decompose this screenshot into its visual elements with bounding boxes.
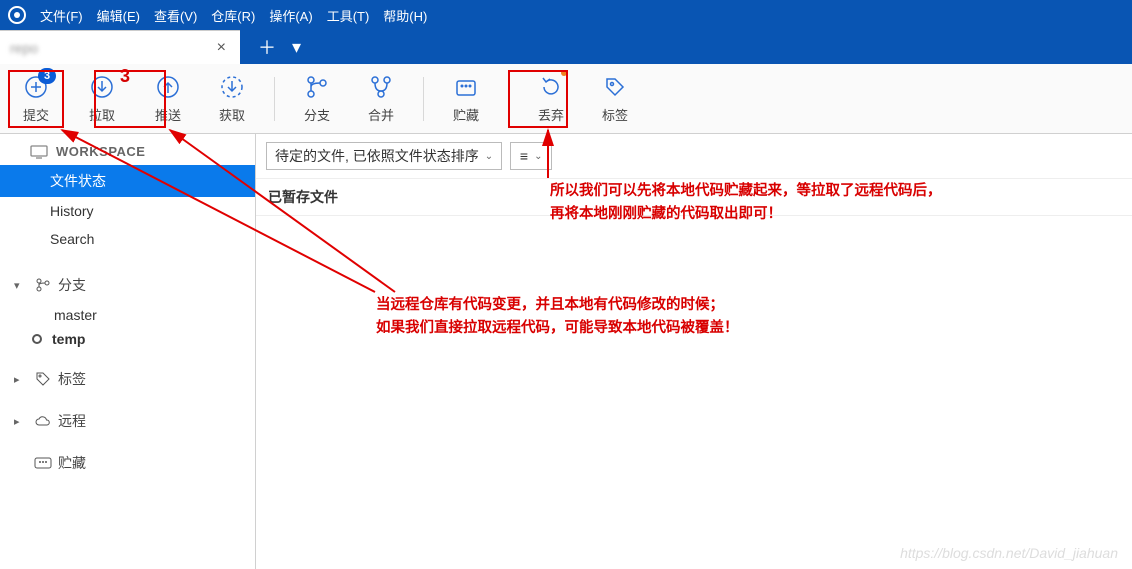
section-branches[interactable]: ▾ 分支: [0, 267, 255, 303]
monitor-icon: [30, 145, 48, 159]
push-icon: [156, 73, 180, 101]
pull-icon: [90, 73, 114, 101]
filter-bar: 待定的文件, 已依照文件状态排序 ⌄ ≡ ⌄: [256, 134, 1132, 179]
push-button[interactable]: 推送: [136, 64, 200, 133]
branch-icon: [32, 277, 54, 293]
tag-button[interactable]: 标签: [583, 64, 647, 133]
discard-label: 丢弃: [538, 105, 564, 124]
annotation-line: 如果我们直接拉取远程代码，可能导致本地代码被覆盖！: [376, 317, 739, 340]
sidebar: WORKSPACE 文件状态 History Search ▾ 分支 maste…: [0, 134, 256, 569]
menu-tools[interactable]: 工具(T): [327, 6, 370, 25]
chevron-down-icon: ⌄: [485, 151, 493, 162]
section-stashes-label: 贮藏: [58, 453, 86, 473]
branch-label: 分支: [304, 105, 330, 124]
section-remotes-label: 远程: [58, 411, 86, 431]
section-stashes[interactable]: ▸ 贮藏: [0, 445, 255, 481]
annotation-text: 当远程仓库有代码变更，并且本地有代码修改的时候； 如果我们直接拉取远程代码，可能…: [376, 294, 739, 340]
push-label: 推送: [155, 105, 181, 124]
annotation-line: 当远程仓库有代码变更，并且本地有代码修改的时候；: [376, 294, 739, 317]
section-remotes[interactable]: ▸ 远程: [0, 403, 255, 439]
branch-temp[interactable]: temp: [0, 327, 255, 351]
merge-label: 合并: [368, 105, 394, 124]
annotation-line: 再将本地刚刚贮藏的代码取出即可！: [550, 203, 942, 226]
commit-label: 提交: [23, 105, 49, 124]
tag-icon: [32, 371, 54, 387]
discard-indicator-icon: [561, 70, 567, 76]
chevron-right-icon: ▸: [14, 415, 28, 428]
stash-label: 贮藏: [453, 105, 479, 124]
merge-button[interactable]: 合并: [349, 64, 413, 133]
fetch-icon: [220, 73, 244, 101]
pull-button[interactable]: 拉取 3: [68, 64, 136, 133]
tab-title: repo: [10, 40, 213, 56]
chevron-right-icon: ▸: [14, 373, 28, 386]
toolbar-divider: [508, 77, 509, 121]
tab-strip: repo × ＋ ▾: [0, 30, 1132, 64]
menu-edit[interactable]: 编辑(E): [97, 6, 140, 25]
menu-file[interactable]: 文件(F): [40, 6, 83, 25]
section-tags[interactable]: ▸ 标签: [0, 361, 255, 397]
stash-icon: [32, 456, 54, 470]
fetch-label: 获取: [219, 105, 245, 124]
main-panel: 待定的文件, 已依照文件状态排序 ⌄ ≡ ⌄ 已暂存文件 所以我们可以先将本地代…: [256, 134, 1132, 569]
cloud-icon: [32, 414, 54, 428]
menu-repo[interactable]: 仓库(R): [211, 6, 255, 25]
tab-close-icon[interactable]: ×: [213, 39, 230, 57]
commit-button[interactable]: 提交 3: [4, 64, 68, 133]
current-branch-icon: [32, 334, 42, 344]
toolbar-divider: [423, 77, 424, 121]
discard-icon: [539, 73, 563, 101]
tag-icon: [603, 73, 627, 101]
pull-badge: 3: [120, 66, 130, 87]
stash-button[interactable]: 贮藏: [434, 64, 498, 133]
fetch-button[interactable]: 获取: [200, 64, 264, 133]
sort-select-label: 待定的文件, 已依照文件状态排序: [275, 146, 479, 166]
list-icon: ≡: [520, 148, 528, 164]
sidebar-item-filestatus[interactable]: 文件状态: [0, 165, 255, 197]
chevron-down-icon: ▾: [14, 279, 28, 292]
merge-icon: [369, 73, 393, 101]
annotation-text: 所以我们可以先将本地代码贮藏起来，等拉取了远程代码后， 再将本地刚刚贮藏的代码取…: [550, 180, 942, 226]
annotation-line: 所以我们可以先将本地代码贮藏起来，等拉取了远程代码后，: [550, 180, 942, 203]
menu-action[interactable]: 操作(A): [269, 6, 312, 25]
tab-more-button[interactable]: ▾: [292, 37, 301, 58]
tag-label: 标签: [602, 105, 628, 124]
stash-icon: [454, 73, 478, 101]
repo-tab[interactable]: repo ×: [0, 30, 240, 64]
sidebar-item-search[interactable]: Search: [0, 225, 255, 253]
branch-icon: [305, 73, 329, 101]
section-branches-label: 分支: [58, 275, 86, 295]
workspace-label: WORKSPACE: [56, 144, 145, 159]
pull-label: 拉取: [89, 105, 115, 124]
app-logo-icon: [8, 6, 26, 24]
branch-button[interactable]: 分支: [285, 64, 349, 133]
menu-bar: 文件(F) 编辑(E) 查看(V) 仓库(R) 操作(A) 工具(T) 帮助(H…: [0, 0, 1132, 30]
watermark: https://blog.csdn.net/David_jiahuan: [900, 545, 1118, 561]
chevron-down-icon: ⌄: [534, 151, 542, 162]
menu-view[interactable]: 查看(V): [154, 6, 197, 25]
tab-actions: ＋ ▾: [240, 30, 319, 64]
branch-temp-label: temp: [52, 331, 85, 347]
view-select[interactable]: ≡ ⌄: [510, 142, 552, 170]
toolbar-divider: [274, 77, 275, 121]
section-tags-label: 标签: [58, 369, 86, 389]
sidebar-item-history[interactable]: History: [0, 197, 255, 225]
menu-help[interactable]: 帮助(H): [383, 6, 427, 25]
new-tab-button[interactable]: ＋: [258, 34, 276, 60]
body-area: WORKSPACE 文件状态 History Search ▾ 分支 maste…: [0, 134, 1132, 569]
sort-select[interactable]: 待定的文件, 已依照文件状态排序 ⌄: [266, 142, 502, 170]
commit-badge: 3: [38, 68, 56, 84]
discard-button[interactable]: 丢弃: [519, 64, 583, 133]
toolbar: 提交 3 拉取 3 推送 获取 分支 合并: [0, 64, 1132, 134]
branch-master[interactable]: master: [0, 303, 255, 327]
workspace-header: WORKSPACE: [0, 134, 255, 165]
